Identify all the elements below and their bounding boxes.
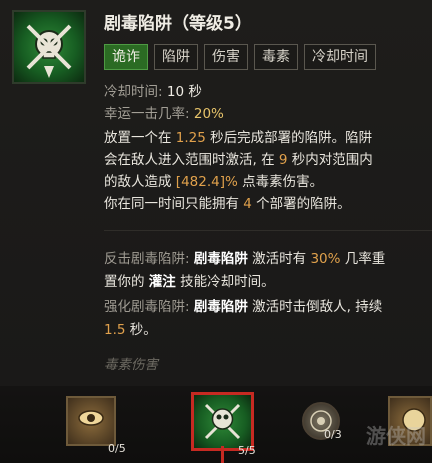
skull-crossbones-icon xyxy=(204,403,241,440)
stat-lucky-hit: 幸运一击几率: 20% xyxy=(104,106,224,122)
skill-slot-1-count: 0/5 xyxy=(108,442,126,455)
tag-damage: 伤害 xyxy=(204,44,248,70)
skill-slot-modifier[interactable]: 0/3 xyxy=(302,402,342,441)
tag-trickery: 诡诈 xyxy=(104,44,148,70)
skill-slot-modifier-count: 0/3 xyxy=(324,428,342,441)
skill-title: 剧毒陷阱（等级5） xyxy=(104,14,252,34)
poison-trap-skill-icon xyxy=(12,10,86,84)
enhancement-2-line-2: 1.5 秒。 xyxy=(104,322,157,338)
desc-line-4: 你在同一时间只能拥有 4 个部署的陷阱。 xyxy=(104,196,351,212)
damage-type-footer: 毒素伤害 xyxy=(104,357,158,373)
selected-connector xyxy=(221,446,224,463)
desc-line-1: 放置一个在 1.25 秒后完成部署的陷阱。陷阱 xyxy=(104,130,373,146)
stat-cooldown: 冷却时间: 10 秒 xyxy=(104,84,202,100)
desc-line-3: 的敌人造成 [482.4]% 点毒素伤害。 xyxy=(104,174,324,190)
skill-slot-poison-trap[interactable]: 5/5 xyxy=(191,392,256,457)
enhancement-2-line-1: 强化剧毒陷阱: 剧毒陷阱 激活时击倒敌人, 持续 xyxy=(104,299,383,315)
enhancement-1-line-1: 反击剧毒陷阱: 剧毒陷阱 激活时有 30% 几率重 xyxy=(104,251,386,267)
skill-tags: 诡诈 陷阱 伤害 毒素 冷却时间 xyxy=(104,44,382,70)
skill-tooltip: 剧毒陷阱（等级5） 诡诈 陷阱 伤害 毒素 冷却时间 冷却时间: 10 秒 幸运… xyxy=(0,0,432,386)
tag-poison: 毒素 xyxy=(254,44,298,70)
eye-icon xyxy=(78,410,104,426)
skill-slot-1[interactable]: 0/5 xyxy=(66,396,126,455)
tag-trap: 陷阱 xyxy=(154,44,198,70)
watermark: 游侠网 xyxy=(366,424,426,448)
tag-cooldown: 冷却时间 xyxy=(304,44,376,70)
divider xyxy=(104,230,432,231)
enhancement-1-line-2: 置你的 灌注 技能冷却时间。 xyxy=(104,274,275,290)
desc-line-2: 会在敌人进入范围时激活, 在 9 秒内对范围内 xyxy=(104,152,373,168)
skill-slot-poison-trap-count: 5/5 xyxy=(238,444,256,457)
